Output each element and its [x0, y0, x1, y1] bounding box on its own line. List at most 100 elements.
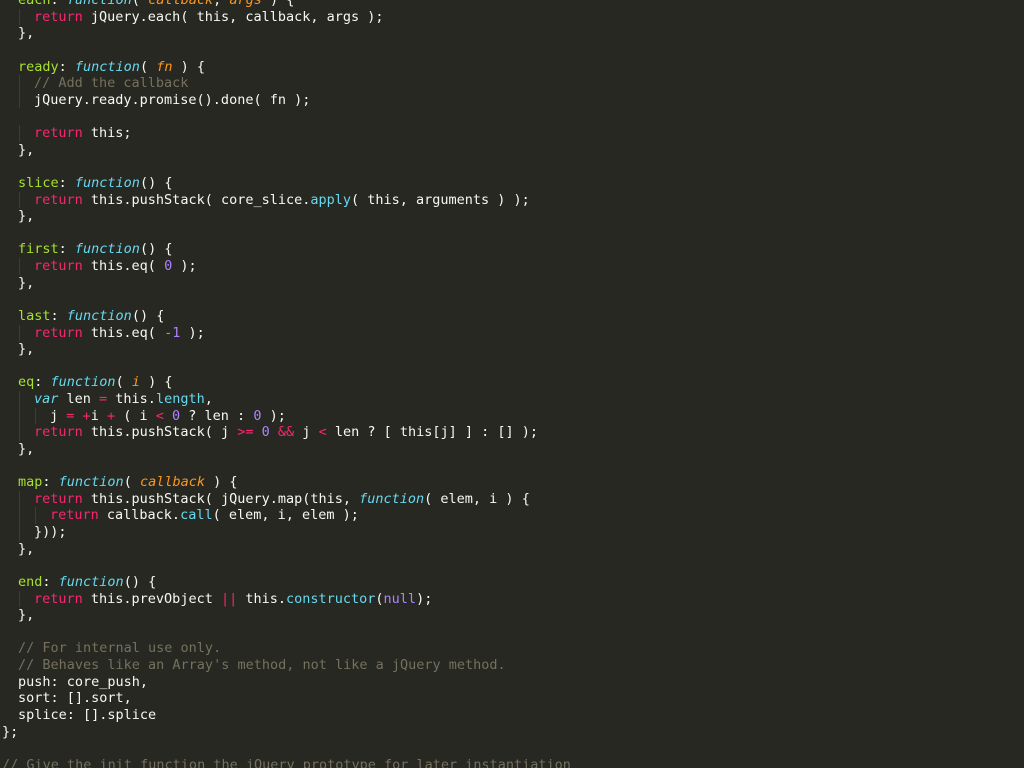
code-line: eq: function( i ) {: [0, 374, 1024, 391]
code-token: :: [50, 0, 67, 8]
code-token: return: [34, 590, 83, 607]
indent-guide: [19, 407, 20, 425]
code-line-content: },: [18, 142, 34, 159]
code-token: ( elem, i, elem );: [212, 507, 359, 524]
indent-guide: [19, 258, 20, 275]
code-line: j = +i + ( i < 0 ? len : 0 );: [0, 407, 1024, 425]
code-token: );: [261, 407, 286, 424]
code-editor[interactable]: each: function( callback, args ) {return…: [0, 0, 1024, 768]
indent-guide: [19, 324, 20, 342]
code-line: end: function() {: [0, 574, 1024, 591]
code-token: // Behaves like an Array's method, not l…: [18, 657, 506, 673]
code-token: slice: [18, 174, 59, 191]
code-line-content: each: function( callback, args ) {: [18, 0, 294, 9]
indent-guide: [19, 91, 20, 109]
code-token: },: [18, 25, 35, 42]
code-token: function: [66, 0, 132, 8]
code-line: // Behaves like an Array's method, not l…: [0, 657, 1024, 674]
code-token: <: [155, 407, 164, 424]
code-token: return: [34, 125, 83, 141]
code-token: function: [359, 490, 425, 507]
code-line-content: },: [18, 275, 34, 292]
code-line: return jQuery.each( this, callback, args…: [0, 8, 1024, 26]
code-line-content: },: [18, 25, 34, 42]
code-line: return this.pushStack( core_slice.apply(…: [0, 191, 1024, 209]
code-token: :: [42, 474, 59, 491]
code-token: &&: [277, 424, 295, 441]
code-token: ) {: [172, 58, 205, 75]
code-line: return this.prevObject || this.construct…: [0, 590, 1024, 608]
code-token: ) {: [261, 0, 295, 8]
indent-guide: [19, 75, 20, 92]
code-token: return: [34, 324, 83, 341]
code-line-content: map: function( callback ) {: [18, 474, 238, 491]
code-token: this.eq(: [82, 258, 165, 274]
code-token: return: [34, 258, 83, 274]
code-token: this.eq(: [82, 324, 165, 341]
code-line-content: eq: function( i ) {: [18, 374, 172, 391]
code-line-content: // Add the callback: [34, 75, 188, 92]
code-line: return callback.call( elem, i, elem );: [0, 507, 1024, 524]
code-token: (: [123, 474, 140, 491]
code-token: length: [155, 391, 205, 407]
code-line: map: function( callback ) {: [0, 474, 1024, 491]
code-line: return this;: [0, 125, 1024, 142]
code-token: jQuery.each( this, callback, args );: [82, 8, 384, 25]
code-token: },: [18, 341, 35, 358]
code-token: :: [34, 374, 51, 391]
code-line-content: sort: [].sort,: [18, 690, 132, 707]
code-token: this.pushStack( core_slice.: [82, 191, 311, 208]
code-token: function: [50, 374, 116, 391]
code-line: sort: [].sort,: [0, 690, 1024, 707]
indent-guide: [19, 507, 20, 524]
code-token: callback.: [98, 507, 181, 524]
code-line-content: return this.prevObject || this.construct…: [34, 591, 432, 608]
code-token: this.pushStack( jQuery.map(this,: [82, 490, 360, 507]
code-line-content: // For internal use only.: [18, 640, 221, 657]
code-line: };: [0, 724, 1024, 741]
code-line: var len = this.length,: [0, 391, 1024, 408]
code-line: },: [0, 341, 1024, 358]
indent-guide: [19, 191, 20, 209]
code-token: +: [82, 407, 91, 424]
code-token: push: core_push,: [18, 673, 149, 690]
code-token: (: [131, 0, 149, 8]
code-line-content: return callback.call( elem, i, elem );: [50, 507, 359, 524]
code-token: function: [74, 241, 140, 258]
code-line: return this.pushStack( j >= 0 && j < len…: [0, 424, 1024, 441]
code-token: return: [50, 507, 99, 524]
code-token: function: [58, 474, 124, 491]
code-line: },: [0, 142, 1024, 159]
code-line-content: splice: [].splice: [18, 707, 156, 724]
code-token: splice: [].splice: [18, 706, 157, 723]
code-token: // Give the init function the jQuery pro…: [2, 756, 571, 768]
code-line: splice: [].splice: [0, 707, 1024, 724]
code-line-content: },: [18, 341, 34, 358]
code-token: constructor: [286, 590, 376, 607]
code-token: ( elem, i ) {: [424, 490, 530, 507]
code-line-content: // Behaves like an Array's method, not l…: [18, 657, 506, 674]
code-line-content: },: [18, 607, 34, 624]
code-token: each: [18, 0, 51, 8]
code-line-content: last: function() {: [18, 308, 164, 325]
code-token: this.: [107, 391, 156, 407]
code-token: (: [115, 374, 132, 391]
code-token: len: [58, 391, 100, 407]
code-token: return: [34, 191, 83, 208]
code-token: function: [58, 573, 124, 590]
code-line: ready: function( fn ) {: [0, 59, 1024, 76]
code-line-content: first: function() {: [18, 241, 172, 258]
code-line-content: j = +i + ( i < 0 ? len : 0 );: [50, 408, 286, 425]
indent-guide: [19, 490, 20, 508]
code-token: this.prevObject: [82, 590, 221, 607]
code-line: return this.eq( 0 );: [0, 258, 1024, 275]
code-token: len ? [ this[j] ] : [] );: [326, 424, 539, 441]
code-token: },: [18, 141, 35, 158]
indent-guide: [19, 424, 20, 441]
code-line: return this.eq( -1 );: [0, 324, 1024, 342]
code-line: // Add the callback: [0, 75, 1024, 92]
